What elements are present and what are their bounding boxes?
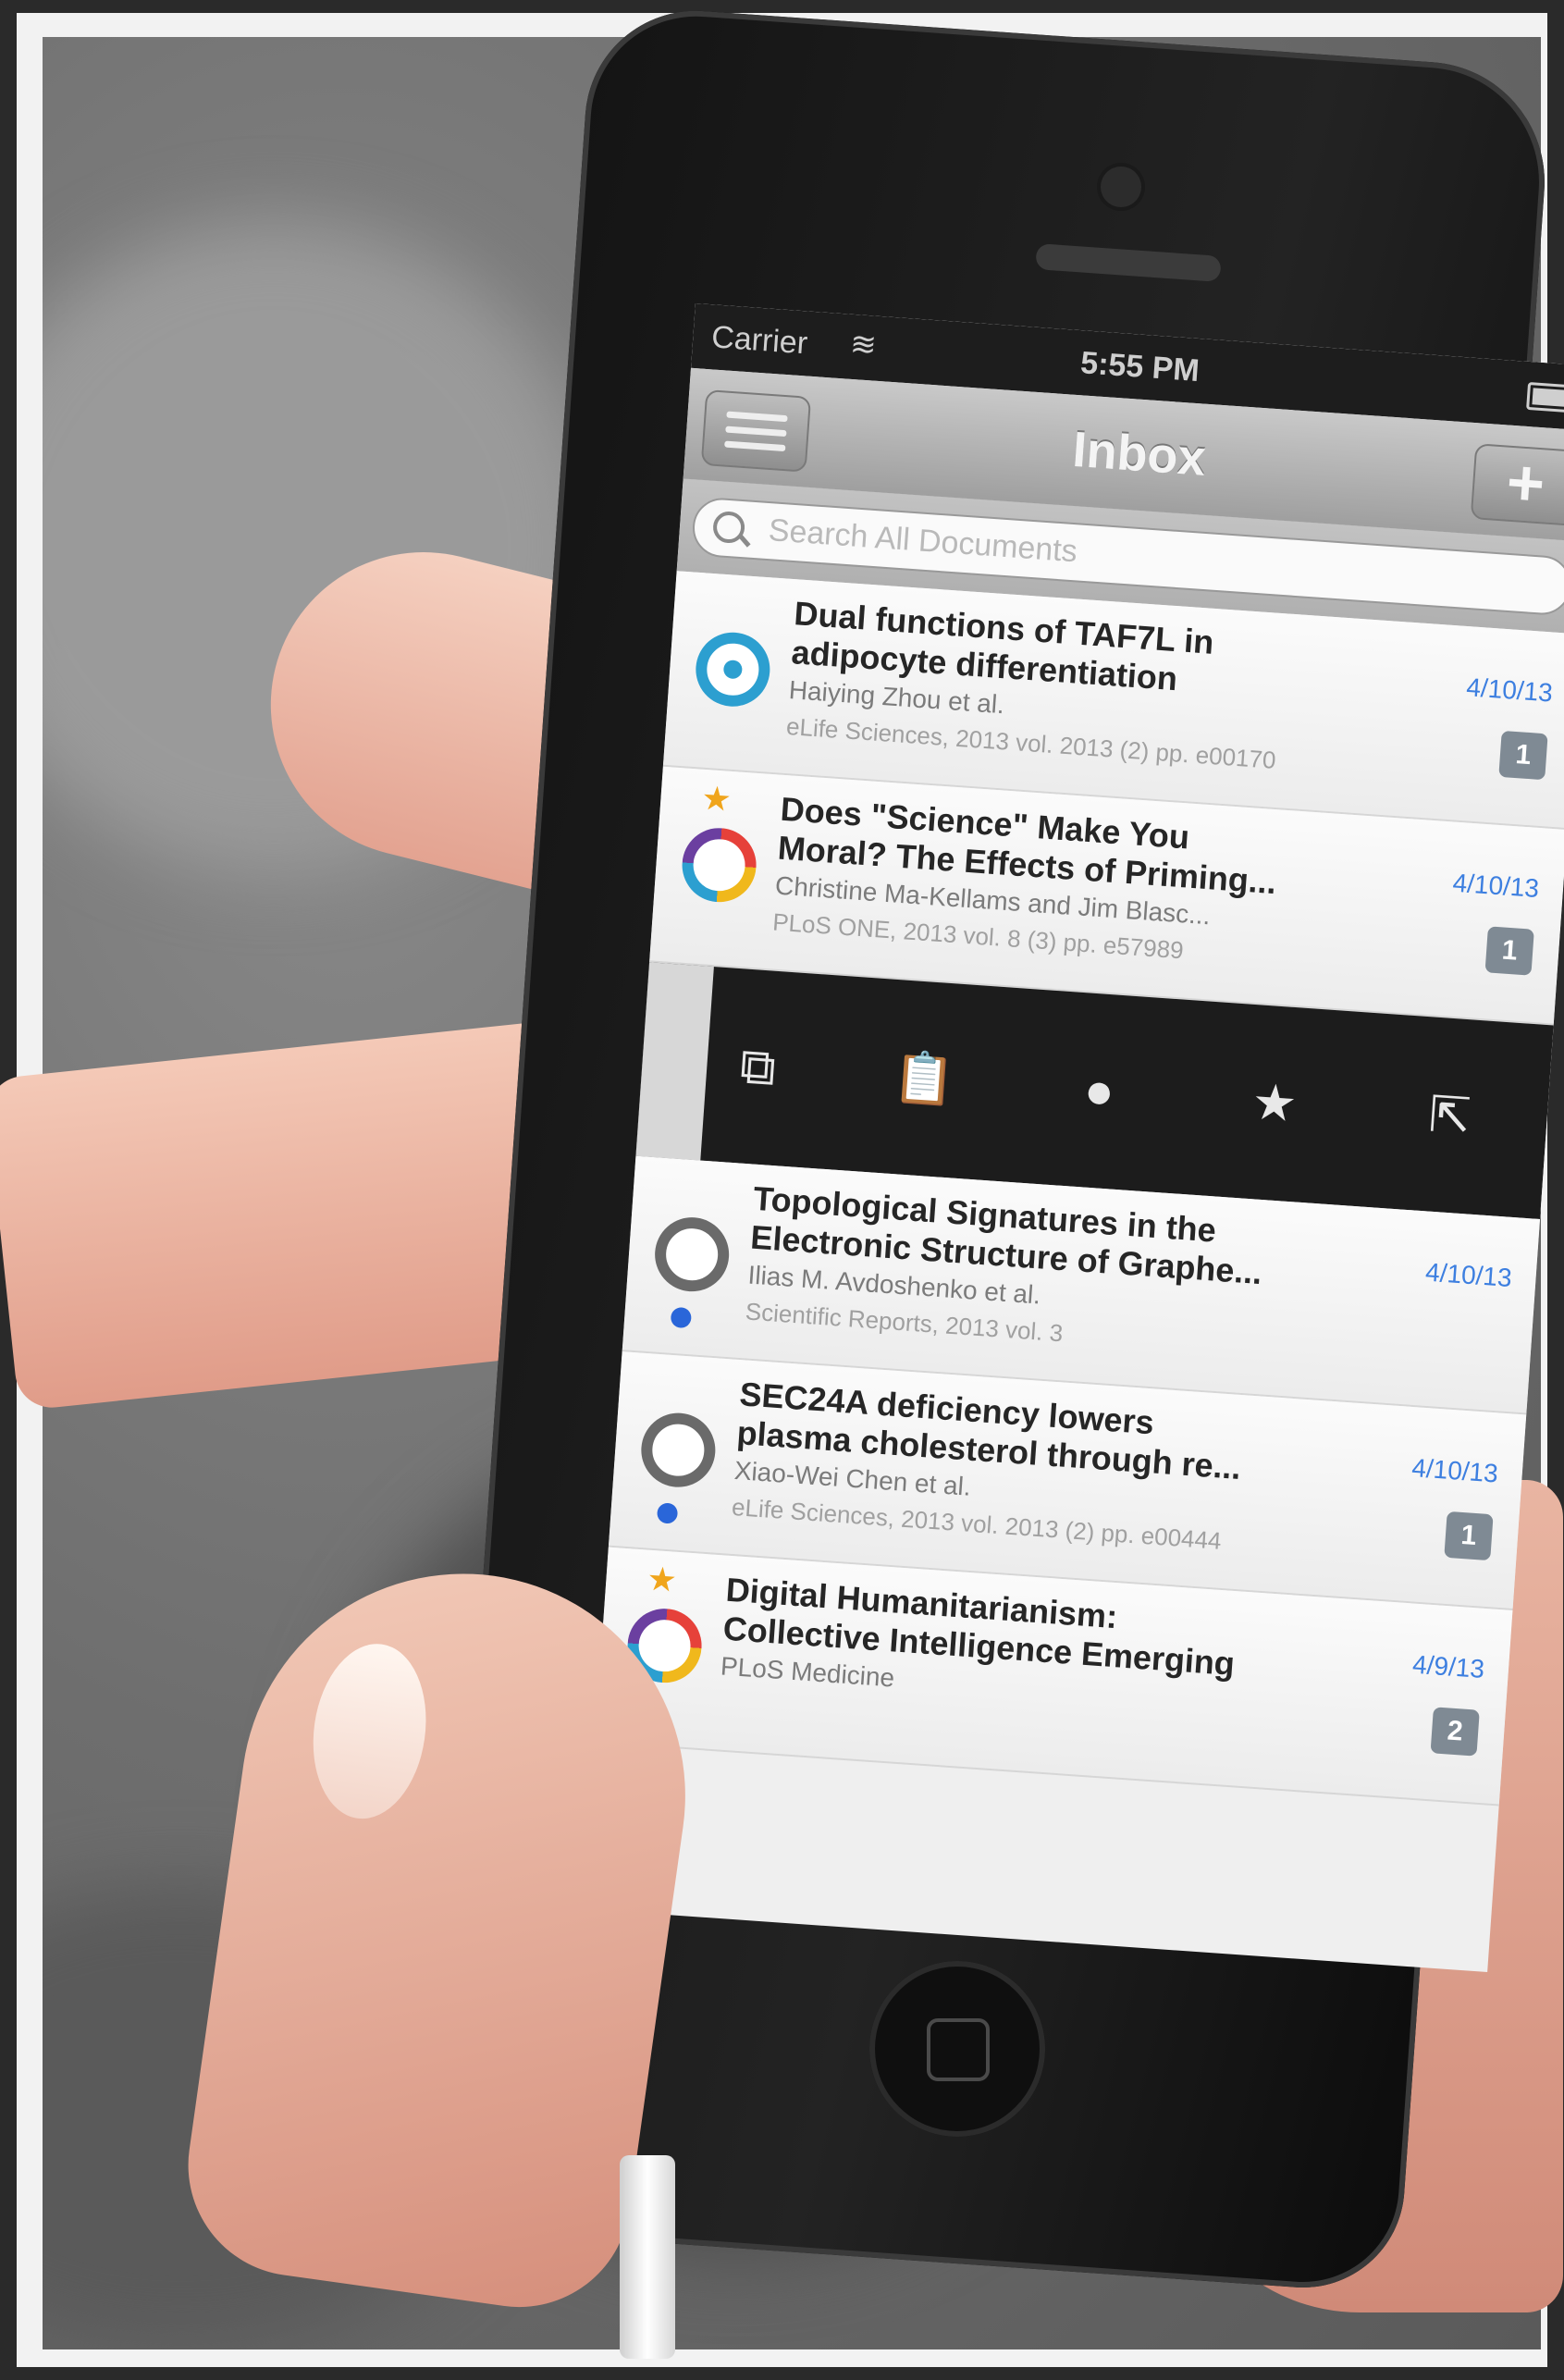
wifi-icon: ≋ (848, 326, 878, 364)
doc-date: 4/10/13 (1410, 1453, 1499, 1488)
battery-icon (1526, 381, 1564, 413)
elife-circle-icon (693, 630, 773, 709)
search-icon (711, 510, 746, 545)
unread-dot-icon (656, 1502, 679, 1524)
doc-date: 4/9/13 (1411, 1649, 1486, 1684)
charging-cable (620, 2155, 675, 2359)
journal-circle-icon (638, 1410, 719, 1490)
home-square-icon (927, 2018, 990, 2081)
doc-date: 4/10/13 (1451, 868, 1541, 904)
thumbnail (302, 1636, 437, 1827)
share-icon[interactable]: ⇱ (1415, 1081, 1484, 1151)
search-placeholder: Search All Documents (767, 512, 1078, 570)
doc-date: 4/10/13 (1424, 1257, 1513, 1293)
clock: 5:55 PM (1079, 345, 1201, 389)
star-icon: ★ (700, 778, 733, 819)
journal-circle-icon (652, 1215, 732, 1294)
star-icon[interactable]: ★ (1240, 1068, 1310, 1138)
doc-date: 4/10/13 (1465, 672, 1554, 708)
add-document-button[interactable]: + (1470, 443, 1564, 526)
dot-icon[interactable]: ● (1065, 1056, 1134, 1126)
doc-source: eLife Sciences, 2013 vol. 2013 (2) pp. e… (785, 711, 1277, 774)
phone-screen: Carrier ≋ 5:55 PM Inbox + Search All Doc… (583, 302, 1564, 1973)
archive-icon[interactable]: ⧉ (723, 1032, 793, 1102)
carrier-label: Carrier (710, 319, 809, 362)
annotation-count-badge: 2 (1430, 1707, 1480, 1757)
annotation-count-badge: 1 (1444, 1511, 1494, 1561)
annotation-count-badge: 1 (1498, 730, 1548, 781)
unread-dot-icon (670, 1306, 693, 1329)
clipboard-icon[interactable]: 📋 (890, 1044, 959, 1114)
doc-source: eLife Sciences, 2013 vol. 2013 (2) pp. e… (731, 1492, 1223, 1555)
front-camera (1101, 166, 1141, 207)
plos-circle-icon (679, 825, 759, 905)
annotation-count-badge: 1 (1484, 926, 1534, 976)
star-icon: ★ (646, 1559, 679, 1599)
swiped-row-edge (635, 962, 714, 1161)
document-list: Dual functions of TAF7L in adipocyte dif… (595, 571, 1564, 1807)
